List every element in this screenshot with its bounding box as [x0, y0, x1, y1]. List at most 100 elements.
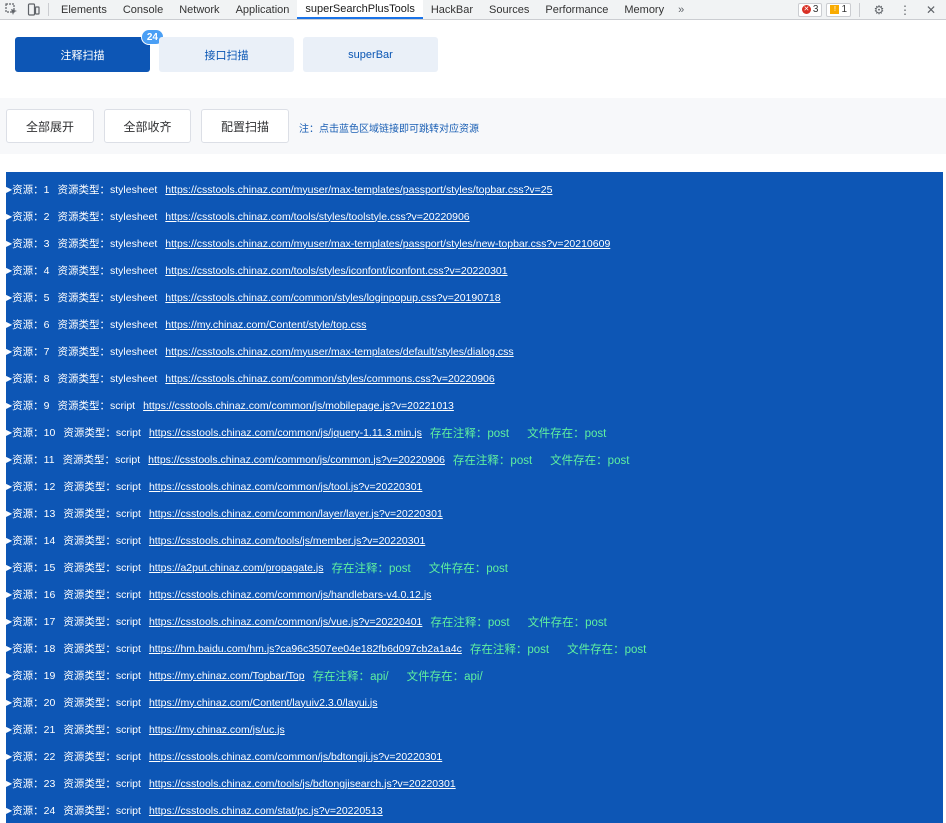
resource-index: 1	[43, 183, 50, 196]
list-item[interactable]: ▶ 资源： 23 资源类型： script https://csstools.chinaz…	[6, 770, 943, 797]
inspect-element-icon[interactable]	[0, 0, 22, 19]
tab-console[interactable]: Console	[115, 0, 171, 19]
resource-link[interactable]: https://my.chinaz.com/Topbar/Top	[149, 670, 305, 682]
file-hit: 文件存在：post	[429, 560, 508, 576]
collapse-all-button[interactable]: 全部收齐	[104, 109, 191, 143]
list-item[interactable]: ▶ 资源： 17 资源类型： script https://csstools.chinaz…	[6, 608, 943, 635]
resource-link[interactable]: https://csstools.chinaz.com/myuser/max-t…	[165, 346, 513, 358]
resource-link[interactable]: https://a2put.chinaz.com/propagate.js	[149, 562, 324, 574]
resource-label: 资源：	[12, 238, 44, 250]
list-item[interactable]: ▶ 资源： 4 资源类型： stylesheet https://csstools.chi…	[6, 257, 943, 284]
tab-sources[interactable]: Sources	[481, 0, 537, 19]
list-item[interactable]: ▶ 资源： 19 资源类型： script https://my.chinaz.com/T…	[6, 662, 943, 689]
file-label: 文件存在：	[428, 562, 487, 575]
tab-api-scan-label: 接口扫描	[204, 49, 249, 62]
comment-label: 存在注释：	[429, 427, 488, 440]
list-item[interactable]: ▶ 资源： 13 资源类型： script https://csstools.chinaz…	[6, 500, 943, 527]
resource-link[interactable]: https://csstools.chinaz.com/common/layer…	[149, 508, 443, 520]
tab-elements[interactable]: Elements	[53, 0, 115, 19]
resource-type: script	[115, 534, 141, 547]
tab-application[interactable]: Application	[228, 0, 298, 19]
resource-label: 资源：	[12, 643, 44, 655]
resource-link[interactable]: https://my.chinaz.com/Content/layuiv2.3.…	[149, 697, 378, 709]
resource-type-label: 资源类型：	[63, 805, 116, 817]
resource-list: ▶ 资源： 1 资源类型： stylesheet https://csstools.chi…	[6, 172, 943, 823]
list-item[interactable]: ▶ 资源： 6 资源类型： stylesheet https://my.chinaz.co…	[6, 311, 943, 338]
list-item[interactable]: ▶ 资源： 3 资源类型： stylesheet https://csstools.chi…	[6, 230, 943, 257]
resource-index: 20	[43, 696, 56, 709]
list-item[interactable]: ▶ 资源： 14 资源类型： script https://csstools.chinaz…	[6, 527, 943, 554]
tab-injection-scan[interactable]: 注释扫描 24	[15, 29, 164, 72]
list-item[interactable]: ▶ 资源： 20 资源类型： script https://my.chinaz.com/C…	[6, 689, 943, 716]
list-item[interactable]: ▶ 资源： 22 资源类型： script https://csstools.chinaz…	[6, 743, 943, 770]
list-item[interactable]: ▶ 资源： 15 资源类型： script https://a2put.chinaz.co…	[6, 554, 943, 581]
resource-link[interactable]: https://csstools.chinaz.com/tools/styles…	[165, 211, 469, 223]
resource-link[interactable]: https://csstools.chinaz.com/tools/js/bdt…	[149, 778, 456, 790]
file-label: 文件存在：	[550, 454, 608, 467]
resource-type: stylesheet	[110, 345, 158, 358]
resource-index: 19	[43, 669, 56, 682]
list-item[interactable]: ▶ 资源： 5 资源类型： stylesheet https://csstools.chi…	[6, 284, 943, 311]
list-item[interactable]: ▶ 资源： 21 资源类型： script https://my.chinaz.com/j…	[6, 716, 943, 743]
resource-type-label: 资源类型：	[63, 535, 116, 547]
list-item[interactable]: ▶ 资源： 8 资源类型： stylesheet https://csstools.chi…	[6, 365, 943, 392]
resource-link[interactable]: https://my.chinaz.com/js/uc.js	[149, 724, 285, 736]
resource-link[interactable]: https://csstools.chinaz.com/common/style…	[165, 373, 494, 385]
resource-type-label: 资源类型：	[57, 184, 111, 196]
list-item[interactable]: ▶ 资源： 7 资源类型： stylesheet https://csstools.chi…	[6, 338, 943, 365]
resource-link[interactable]: https://csstools.chinaz.com/stat/pc.js?v…	[149, 805, 383, 817]
comment-value: post	[487, 616, 510, 629]
resource-link[interactable]: https://csstools.chinaz.com/tools/js/mem…	[149, 535, 425, 547]
tab-api-scan[interactable]: 接口扫描	[159, 37, 294, 72]
warning-count-badge[interactable]: ! 1	[826, 2, 851, 17]
comment-value: api/	[370, 670, 389, 683]
resource-link[interactable]: https://csstools.chinaz.com/common/js/jq…	[149, 427, 422, 439]
resource-link[interactable]: https://csstools.chinaz.com/common/style…	[165, 292, 500, 304]
list-item[interactable]: ▶ 资源： 18 资源类型： script https://hm.baidu.com/hm…	[6, 635, 943, 662]
list-item[interactable]: ▶ 资源： 11 资源类型： script https://csstools.chinaz…	[6, 446, 943, 473]
resource-link[interactable]: https://csstools.chinaz.com/common/js/vu…	[149, 616, 422, 628]
resource-label: 资源：	[12, 427, 44, 439]
list-item[interactable]: ▶ 资源： 24 资源类型： script https://csstools.chinaz…	[6, 797, 943, 823]
tab-superbar[interactable]: superBar	[303, 37, 438, 72]
resource-type-label: 资源类型：	[57, 373, 111, 385]
list-item[interactable]: ▶ 资源： 10 资源类型： script https://csstools.chinaz…	[6, 419, 943, 446]
resource-link[interactable]: https://csstools.chinaz.com/tools/styles…	[165, 265, 507, 277]
close-icon[interactable]: ✕	[920, 3, 942, 17]
resource-link[interactable]: https://csstools.chinaz.com/common/js/ha…	[149, 589, 431, 601]
tab-memory[interactable]: Memory	[616, 0, 672, 19]
resource-index: 12	[43, 480, 56, 493]
list-item[interactable]: ▶ 资源： 9 资源类型： script https://csstools.chinaz.…	[6, 392, 943, 419]
list-item[interactable]: ▶ 资源： 16 资源类型： script https://csstools.chinaz…	[6, 581, 943, 608]
kebab-menu-icon[interactable]: ⋮	[894, 3, 916, 17]
resource-link[interactable]: https://csstools.chinaz.com/myuser/max-t…	[165, 238, 610, 250]
resource-type: script	[115, 642, 141, 655]
file-value: post	[607, 454, 630, 467]
warning-icon: !	[830, 5, 840, 14]
config-scan-button[interactable]: 配置扫描	[201, 109, 289, 143]
list-item[interactable]: ▶ 资源： 2 资源类型： stylesheet https://csstools.chi…	[6, 203, 943, 230]
resource-link[interactable]: https://my.chinaz.com/Content/style/top.…	[165, 319, 366, 331]
tab-performance[interactable]: Performance	[537, 0, 616, 19]
tab-supersearchplustools[interactable]: superSearchPlusTools	[297, 0, 423, 19]
expand-all-button[interactable]: 全部展开	[6, 109, 94, 143]
resource-type: script	[115, 723, 141, 736]
resource-link[interactable]: https://csstools.chinaz.com/common/js/to…	[149, 481, 422, 493]
resource-link[interactable]: https://hm.baidu.com/hm.js?ca96c3507ee04…	[149, 643, 462, 655]
list-item[interactable]: ▶ 资源： 12 资源类型： script https://csstools.chinaz…	[6, 473, 943, 500]
resource-link[interactable]: https://csstools.chinaz.com/common/js/bd…	[149, 751, 442, 763]
resource-link[interactable]: https://csstools.chinaz.com/myuser/max-t…	[165, 184, 552, 196]
resource-link[interactable]: https://csstools.chinaz.com/common/js/mo…	[143, 400, 454, 412]
error-count-badge[interactable]: ✕ 3	[797, 2, 823, 17]
tab-hackbar[interactable]: HackBar	[423, 0, 481, 19]
divider	[48, 3, 49, 16]
more-tabs-chevron-icon[interactable]: »	[672, 0, 690, 19]
gear-icon[interactable]: ⚙	[868, 3, 890, 17]
resource-link[interactable]: https://csstools.chinaz.com/common/js/co…	[148, 454, 445, 466]
resource-type: script	[115, 777, 141, 790]
comment-hit: 存在注释：post	[470, 641, 549, 657]
device-toolbar-icon[interactable]	[22, 0, 44, 19]
file-value: post	[585, 616, 607, 629]
list-item[interactable]: ▶ 资源： 1 资源类型： stylesheet https://csstools.chi…	[6, 176, 943, 203]
tab-network[interactable]: Network	[171, 0, 227, 19]
